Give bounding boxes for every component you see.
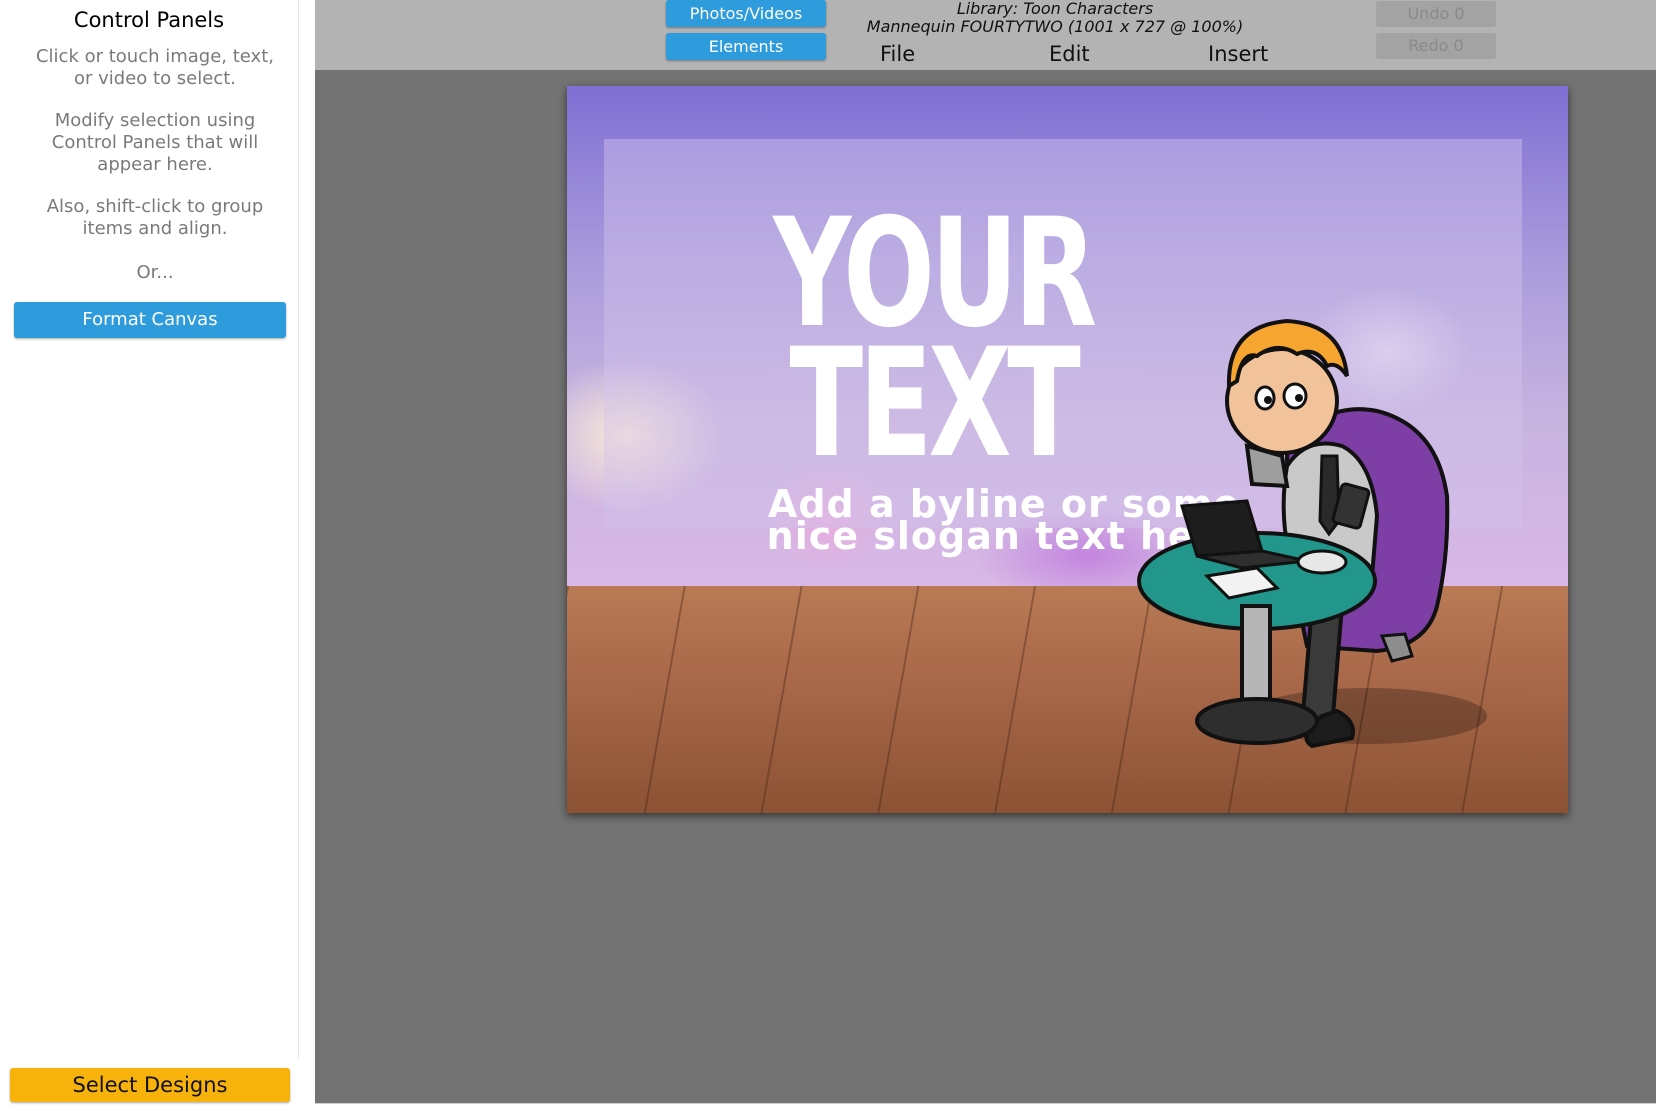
workspace: YOUR TEXT Add a byline or some nice slog… (315, 70, 1656, 1103)
format-canvas-button[interactable]: Format Canvas (14, 302, 286, 338)
elements-button[interactable]: Elements (666, 33, 826, 60)
or-text: Or... (136, 262, 174, 283)
select-designs-button[interactable]: Select Designs (10, 1068, 290, 1102)
panel-title: Control Panels (73, 8, 225, 32)
redo-button[interactable]: Redo 0 (1376, 33, 1496, 59)
help-modify-text: Modify selection using Control Panels th… (51, 110, 259, 175)
menu-insert[interactable]: Insert (1208, 42, 1268, 66)
library-line: Library: Toon Characters (956, 0, 1154, 18)
left-control-panel: Control Panels Click or touch image, tex… (0, 0, 299, 1118)
undo-button[interactable]: Undo 0 (1376, 1, 1496, 27)
help-shift-text: Also, shift-click to group items and ali… (46, 196, 264, 239)
menu-file[interactable]: File (880, 42, 915, 66)
design-canvas[interactable]: YOUR TEXT Add a byline or some nice slog… (567, 86, 1568, 813)
bottom-scroll-strip (315, 1103, 1656, 1119)
menu-edit[interactable]: Edit (1049, 42, 1090, 66)
item-line: Mannequin FOURTYTWO (1001 x 727 @ 100%) (866, 17, 1244, 36)
control-panel-area: Control Panels Click or touch image, tex… (0, 0, 299, 1058)
top-toolbar: Photos/Videos Elements Library: Toon Cha… (315, 0, 1656, 71)
library-info: Library: Toon Characters Mannequin FOURT… (835, 0, 1275, 36)
help-select-text: Click or touch image, text, or video to … (35, 46, 274, 89)
photos-videos-button[interactable]: Photos/Videos (666, 0, 826, 27)
toon-character-image[interactable] (1137, 306, 1497, 786)
